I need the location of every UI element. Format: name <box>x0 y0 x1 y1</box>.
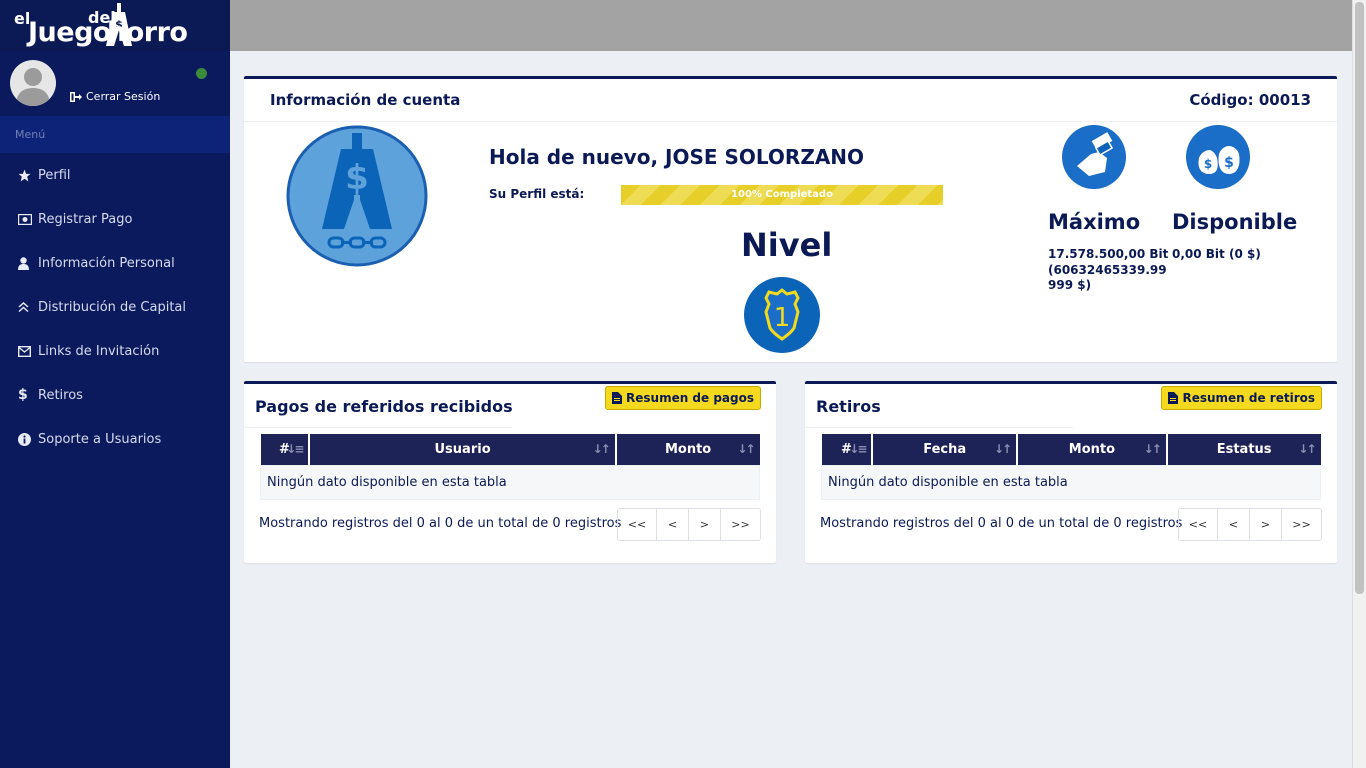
last-page-button[interactable]: >> <box>721 509 760 540</box>
profile-progress-bar: 100% Completado <box>621 185 943 205</box>
available-title: Disponible <box>1172 210 1298 234</box>
account-info-panel: Información de cuenta Código: 00013 $ Ho… <box>244 76 1337 362</box>
money-bags-icon: $ $ <box>1186 125 1250 189</box>
table-row: Ningún dato disponible en esta tabla <box>260 464 760 500</box>
maximum-title: Máximo <box>1048 210 1141 234</box>
user-icon <box>18 256 38 270</box>
sidebar-item-distribucion-capital[interactable]: Distribución de Capital <box>0 285 230 329</box>
sort-icon: ↓↑ <box>1298 442 1316 456</box>
previous-page-button[interactable]: < <box>1218 509 1250 540</box>
page-scrollbar[interactable] <box>1352 0 1366 768</box>
svg-text:$: $ <box>1204 157 1212 171</box>
column-header-estatus[interactable]: Estatus ↓↑ <box>1166 434 1321 465</box>
level-value: 1 <box>774 303 791 333</box>
last-page-button[interactable]: >> <box>1282 509 1321 540</box>
empty-table-message: Ningún dato disponible en esta tabla <box>821 464 1321 500</box>
envelope-icon <box>18 345 38 357</box>
withdrawals-panel: Retiros Resumen de retiros # ↓≡ Fecha ↓↑ M… <box>805 381 1337 563</box>
logout-link[interactable]: Cerrar Sesión <box>70 90 160 103</box>
sort-icon: ↓≡ <box>286 442 304 456</box>
referral-payments-panel: Pagos de referidos recibidos Resumen de … <box>244 381 776 563</box>
logo-text-ahorro: horro <box>107 17 188 48</box>
file-icon <box>612 392 622 404</box>
level-badge-icon: 1 <box>744 277 820 353</box>
sign-out-icon <box>70 91 82 102</box>
withdrawals-table: # ↓≡ Fecha ↓↑ Monto ↓↑ Estatus ↓↑ Ningún dat… <box>821 434 1321 500</box>
user-panel: Cerrar Sesión <box>0 51 230 116</box>
maximum-value: 17.578.500,00 Bit (60632465339.99999 $) <box>1048 247 1169 292</box>
withdrawals-title: Retiros <box>816 397 881 416</box>
sort-icon: ↓↑ <box>993 442 1012 456</box>
table-info: Mostrando registros del 0 al 0 de un tot… <box>259 516 622 531</box>
sidebar-item-label: Links de Invitación <box>38 343 160 359</box>
sort-icon: ↓↑ <box>592 442 611 456</box>
chevron-up-icon <box>18 301 38 313</box>
sidebar-item-soporte[interactable]: Soporte a Usuarios <box>0 417 230 461</box>
online-status-icon <box>196 68 207 79</box>
column-header-number[interactable]: # ↓≡ <box>260 434 311 465</box>
column-header-monto[interactable]: Monto ↓↑ <box>1017 434 1168 465</box>
sidebar-item-label: Distribución de Capital <box>38 299 186 315</box>
column-header-number[interactable]: # ↓≡ <box>821 434 874 465</box>
referral-payments-title: Pagos de referidos recibidos <box>255 397 513 416</box>
withdrawals-summary-button[interactable]: Resumen de retiros <box>1161 386 1322 410</box>
account-info-header: Información de cuenta Código: 00013 <box>244 79 1337 122</box>
svg-text:$: $ <box>345 158 369 198</box>
empty-table-message: Ningún dato disponible en esta tabla <box>260 464 760 500</box>
next-page-button[interactable]: > <box>689 509 721 540</box>
withdrawals-summary-label: Resumen de retiros <box>1182 391 1315 405</box>
svg-text:$: $ <box>1224 155 1234 171</box>
greeting-heading: Hola de nuevo, JOSE SOLORZANO <box>489 145 865 169</box>
sidebar-item-label: Retiros <box>38 387 83 403</box>
first-page-button[interactable]: << <box>1179 509 1218 540</box>
savings-game-emblem-icon: $ <box>286 125 428 267</box>
profile-status-label: Su Perfil está: <box>489 187 585 201</box>
scrollbar-thumb[interactable] <box>1355 2 1364 594</box>
previous-page-button[interactable]: < <box>657 509 689 540</box>
payments-summary-button[interactable]: Resumen de pagos <box>605 386 761 410</box>
sidebar-item-label: Perfil <box>38 167 71 183</box>
brand-logo[interactable]: el Juego del $ horro <box>0 0 230 51</box>
sort-icon: ↓≡ <box>849 442 867 456</box>
sidebar-item-registrar-pago[interactable]: Registrar Pago <box>0 197 230 241</box>
sidebar-item-label: Información Personal <box>38 255 175 271</box>
sidebar-item-links-invitacion[interactable]: Links de Invitación <box>0 329 230 373</box>
sidebar: Cerrar Sesión Menú Perfil Registrar Pago… <box>0 51 230 768</box>
sidebar-item-retiros[interactable]: $ Retiros <box>0 373 230 417</box>
money-icon <box>18 213 38 225</box>
table-row: Ningún dato disponible en esta tabla <box>821 464 1321 500</box>
sidebar-item-informacion-personal[interactable]: Información Personal <box>0 241 230 285</box>
column-header-monto[interactable]: Monto ↓↑ <box>615 434 760 465</box>
dollar-icon: $ <box>18 387 28 403</box>
next-page-button[interactable]: > <box>1250 509 1282 540</box>
menu-header: Menú <box>0 116 230 153</box>
column-header-fecha[interactable]: Fecha ↓↑ <box>872 434 1019 465</box>
avatar <box>10 60 56 106</box>
payments-summary-label: Resumen de pagos <box>626 391 754 405</box>
file-icon <box>1168 392 1179 404</box>
pagination: << < > >> <box>617 508 761 541</box>
sidebar-item-label: Soporte a Usuarios <box>38 431 162 447</box>
info-icon <box>18 432 38 446</box>
available-value: 0,00 Bit (0 $) <box>1172 247 1261 261</box>
account-info-title: Información de cuenta <box>270 91 461 109</box>
title-divider <box>805 427 1073 428</box>
level-label: Nivel <box>741 226 833 264</box>
column-header-usuario[interactable]: Usuario ↓↑ <box>309 434 617 465</box>
sidebar-item-label: Registrar Pago <box>38 211 133 227</box>
title-divider <box>244 427 512 428</box>
star-icon <box>18 169 38 182</box>
account-code: Código: 00013 <box>1189 91 1311 109</box>
sort-icon: ↓↑ <box>1143 442 1162 456</box>
table-info: Mostrando registros del 0 al 0 de un tot… <box>820 516 1183 531</box>
money-hand-icon <box>1062 125 1126 189</box>
sidebar-item-perfil[interactable]: Perfil <box>0 153 230 197</box>
sort-icon: ↓↑ <box>737 442 755 456</box>
pagination: << < > >> <box>1178 508 1322 541</box>
first-page-button[interactable]: << <box>618 509 657 540</box>
logout-label: Cerrar Sesión <box>86 90 161 103</box>
referral-payments-table: # ↓≡ Usuario ↓↑ Monto ↓↑ Ningún dato dispon… <box>260 434 760 500</box>
